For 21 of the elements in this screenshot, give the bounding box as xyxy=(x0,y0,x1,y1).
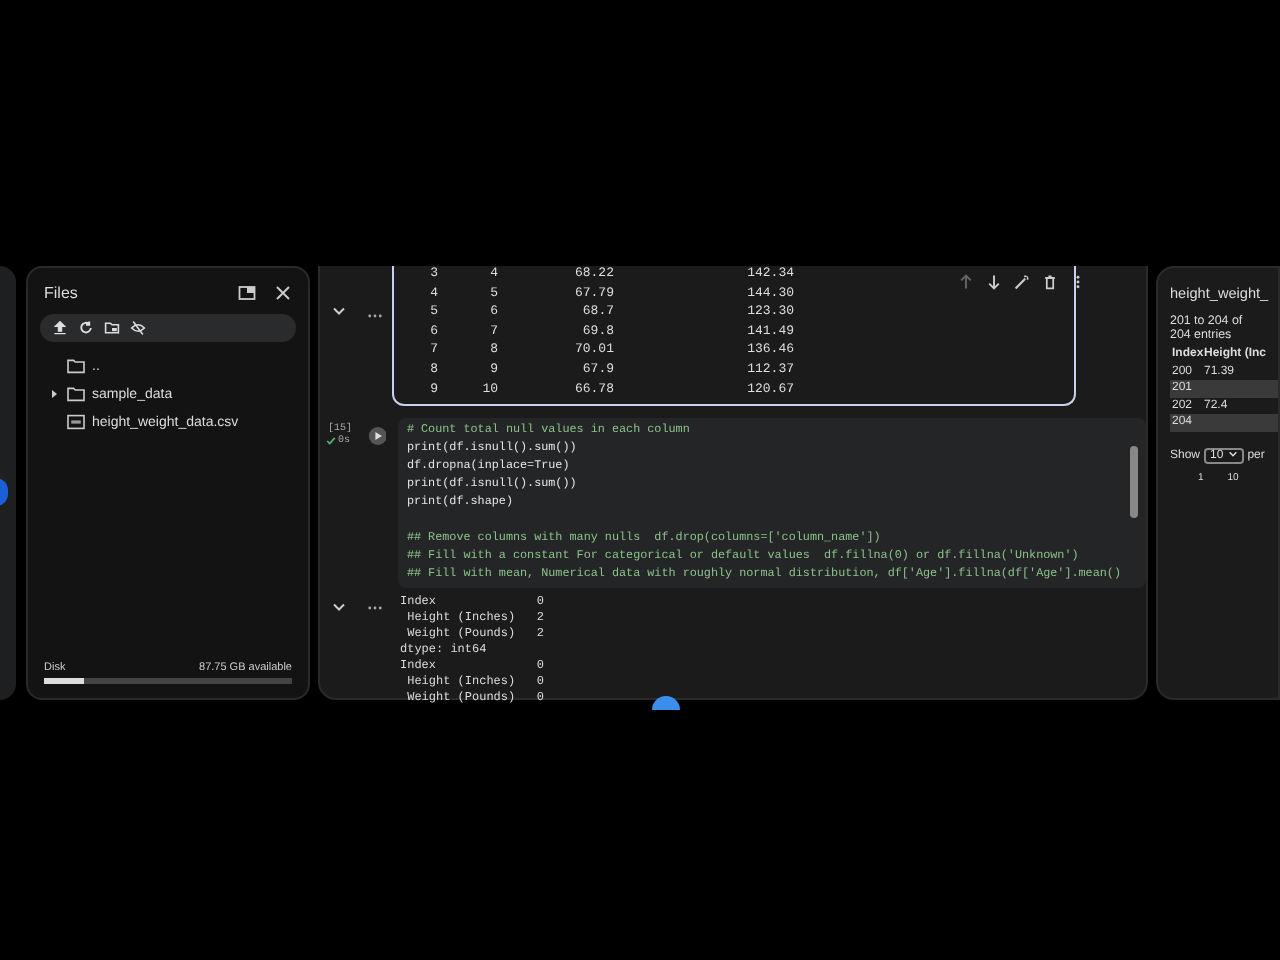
close-icon[interactable] xyxy=(274,284,292,302)
more-icon[interactable] xyxy=(368,606,382,611)
check-icon xyxy=(326,435,336,446)
code-editor[interactable] xyxy=(398,418,1146,589)
refresh-icon[interactable] xyxy=(78,320,94,336)
wand-icon[interactable] xyxy=(1014,274,1030,290)
upload-icon[interactable] xyxy=(52,320,68,336)
file-icon xyxy=(66,414,86,430)
expand-caret-icon[interactable] xyxy=(48,388,60,400)
folder-icon[interactable] xyxy=(104,320,120,336)
panel-title: Files xyxy=(44,284,80,302)
chevron-icon xyxy=(1227,449,1238,457)
chevron-icon[interactable] xyxy=(331,306,345,316)
chevron-icon[interactable] xyxy=(331,602,345,613)
run-button-icon[interactable] xyxy=(367,426,387,447)
trash-icon[interactable] xyxy=(1042,274,1058,290)
window-icon[interactable] xyxy=(238,284,256,302)
scrollbar[interactable] xyxy=(1130,446,1138,519)
arrow-up-icon[interactable] xyxy=(958,274,974,290)
arrow-down-icon[interactable] xyxy=(986,274,1002,290)
hidden-eye-icon[interactable] xyxy=(130,320,146,336)
